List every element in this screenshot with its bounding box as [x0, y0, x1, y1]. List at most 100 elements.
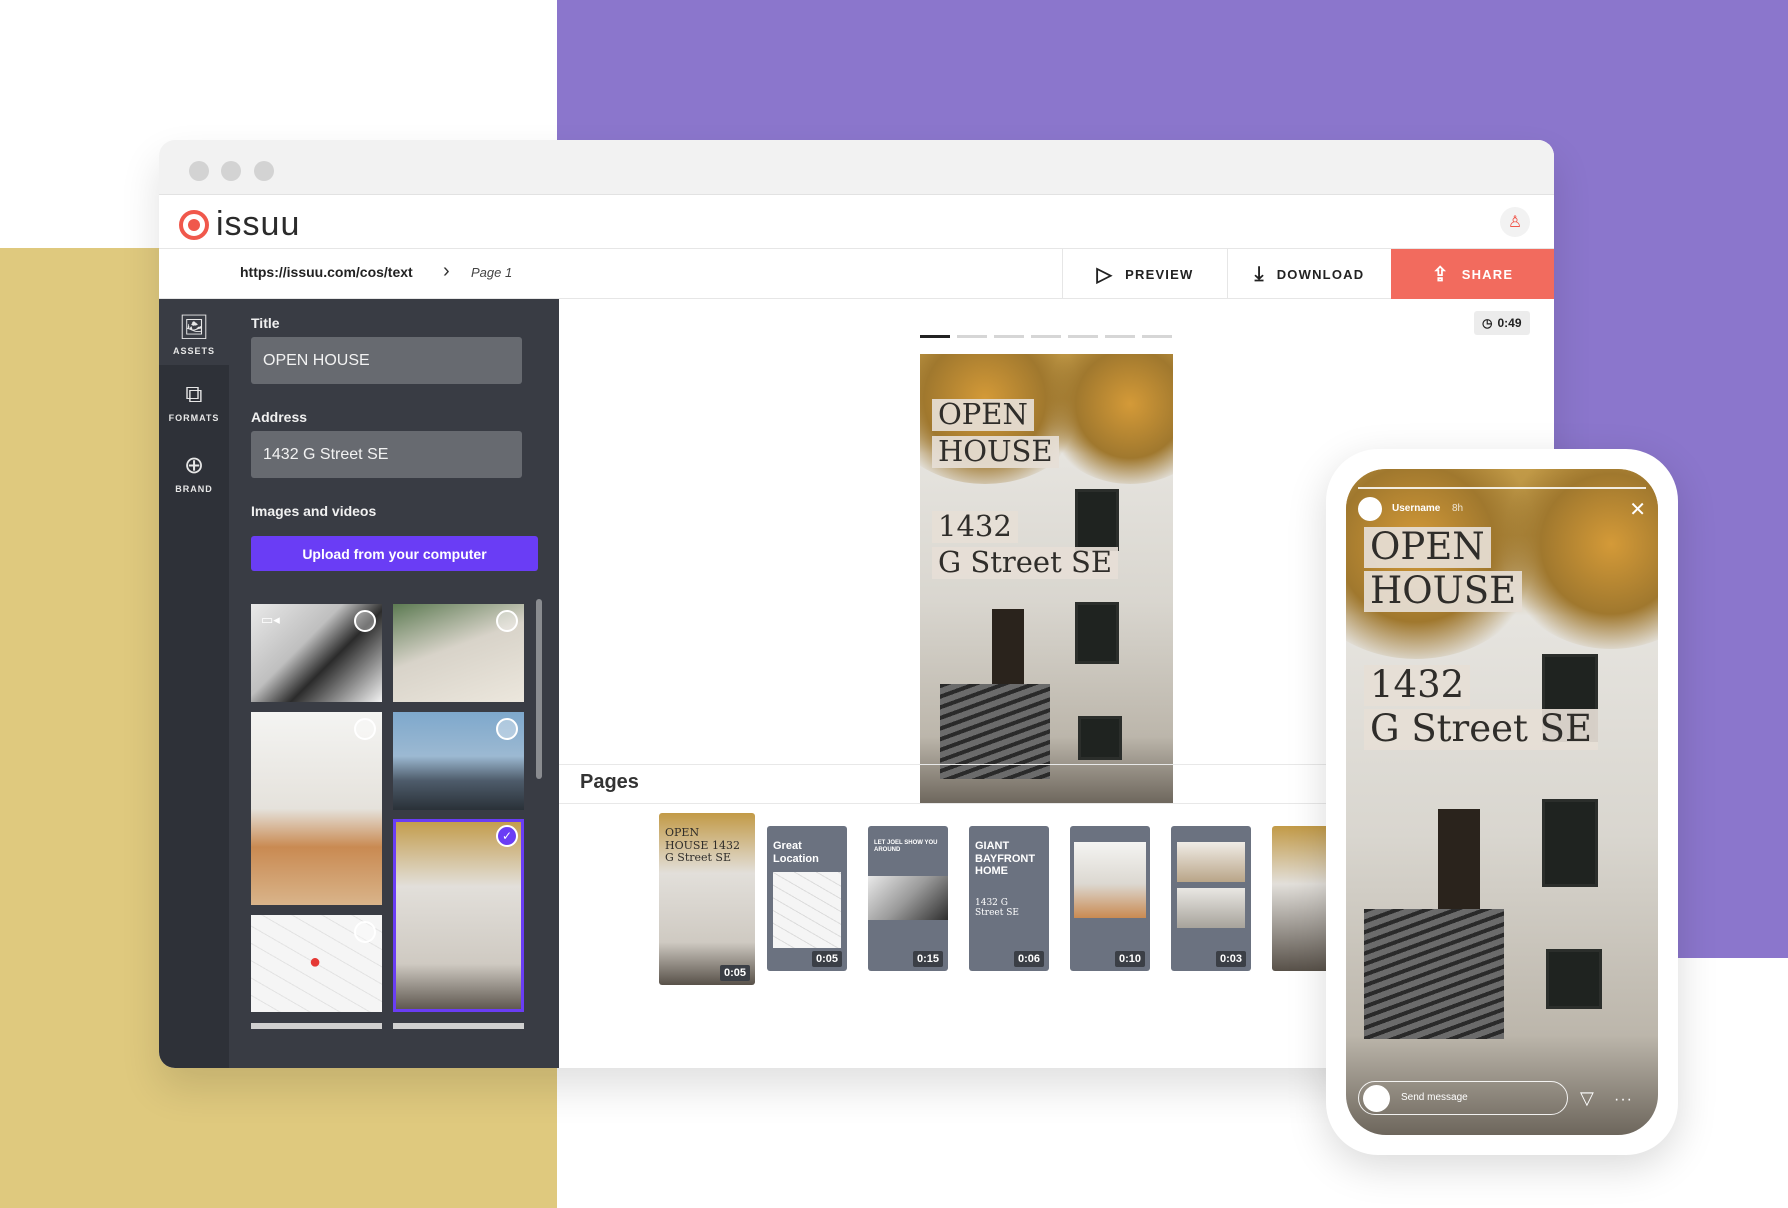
rail-item-brand[interactable]: ⊕ BRAND: [159, 451, 229, 511]
page-card-text: OPEN HOUSE 1432 G Street SE: [665, 826, 740, 865]
selected-check-icon[interactable]: ✓: [496, 825, 518, 847]
story-text-street[interactable]: G Street SE: [932, 546, 1118, 579]
map-pin-icon: ●: [309, 951, 322, 973]
globe-icon: ⊕: [183, 452, 205, 479]
preview-button[interactable]: ▷ PREVIEW: [1062, 249, 1227, 299]
select-check-icon[interactable]: [496, 610, 518, 632]
rail-item-assets[interactable]: 🖼 ASSETS: [159, 299, 229, 365]
image-icon: 🖼: [178, 314, 210, 341]
window-minimize-dot[interactable]: [221, 161, 241, 181]
select-check-icon[interactable]: [354, 718, 376, 740]
page-card-6[interactable]: 0:03: [1171, 826, 1251, 971]
select-check-icon[interactable]: [354, 610, 376, 632]
media-thumb-house-selected[interactable]: ✓: [393, 819, 524, 1012]
page-card-2[interactable]: Great Location 0:05: [767, 826, 847, 971]
page-card-photo: [1074, 842, 1146, 918]
progress-segment[interactable]: [1142, 335, 1172, 338]
more-icon[interactable]: ···: [1614, 1091, 1633, 1109]
rail-label-assets: ASSETS: [172, 346, 215, 356]
page-card-photo: [1177, 842, 1245, 882]
select-check-icon[interactable]: [354, 921, 376, 943]
send-message-placeholder: Send message: [1401, 1092, 1468, 1103]
user-icon: ♙: [1507, 214, 1523, 231]
progress-segment[interactable]: [957, 335, 987, 338]
progress-segment[interactable]: [1105, 335, 1135, 338]
story-time: 8h: [1452, 503, 1464, 514]
preview-label: PREVIEW: [1125, 266, 1194, 282]
page-card-text: LET JOEL SHOW YOU AROUND: [874, 840, 938, 853]
page-card-4[interactable]: GIANT BAYFRONT HOME 1432 G Street SE 0:0…: [969, 826, 1049, 971]
window-maximize-dot[interactable]: [254, 161, 274, 181]
app-header: issuu ♙: [159, 195, 1554, 249]
page-duration: 0:06: [1013, 951, 1044, 967]
page-card-text: Great Location: [773, 840, 819, 865]
title-input[interactable]: [251, 337, 522, 384]
rail-item-formats[interactable]: ⧉ FORMATS: [159, 381, 229, 441]
select-check-icon[interactable]: [496, 718, 518, 740]
download-label: DOWNLOAD: [1276, 266, 1365, 282]
progress-segment[interactable]: [994, 335, 1024, 338]
document-url[interactable]: https://issuu.com/cos/text: [240, 264, 413, 280]
story-header: Username 8h ✕: [1346, 469, 1658, 529]
page-duration: 0:03: [1215, 951, 1246, 967]
issuu-logo[interactable]: issuu: [179, 205, 300, 244]
story-text-house[interactable]: HOUSE: [932, 435, 1059, 468]
house-window: [1075, 489, 1119, 551]
house-window: [1546, 949, 1602, 1009]
issuu-logo-icon: [179, 209, 209, 240]
media-thumb-harbor[interactable]: [393, 712, 524, 810]
progress-segment[interactable]: [1068, 335, 1098, 338]
page-card-map: [773, 872, 841, 948]
page-card-5[interactable]: 0:10: [1070, 826, 1150, 971]
user-avatar[interactable]: ♙: [1500, 207, 1530, 237]
media-thumb-kitchen[interactable]: [251, 712, 382, 905]
download-button[interactable]: ⤓ DOWNLOAD: [1227, 249, 1391, 299]
logo-text: issuu: [216, 205, 301, 243]
media-thumb-partial[interactable]: [393, 1023, 524, 1029]
story-username[interactable]: Username: [1392, 503, 1440, 514]
download-icon: ⤓: [1254, 262, 1265, 285]
assets-panel: Title Address Images and videos Upload f…: [229, 299, 559, 1068]
share-button[interactable]: ⇪ SHARE: [1391, 249, 1554, 299]
send-message-field[interactable]: Send message: [1358, 1081, 1568, 1115]
page-card-photo: [1177, 888, 1245, 928]
pages-title: Pages: [580, 771, 639, 793]
window-close-dot[interactable]: [189, 161, 209, 181]
panel-scrollbar[interactable]: [536, 599, 542, 779]
toolbar: https://issuu.com/cos/text › Page 1 ▷ PR…: [159, 249, 1554, 299]
play-icon: ▷: [1096, 263, 1114, 286]
phone-mockup: OPEN HOUSE 1432 G Street SE Username 8h …: [1326, 449, 1678, 1155]
house-window: [1078, 716, 1122, 760]
progress-segment[interactable]: [920, 335, 950, 338]
media-thumb-partial[interactable]: [251, 1023, 382, 1029]
rail-label-brand: BRAND: [175, 484, 213, 494]
send-icon[interactable]: ▽: [1580, 1088, 1594, 1109]
story-avatar[interactable]: [1358, 497, 1382, 521]
media-thumb-video[interactable]: ▭◂: [251, 604, 382, 702]
upload-button[interactable]: Upload from your computer: [251, 536, 538, 571]
message-avatar: [1363, 1085, 1390, 1112]
story-text-open[interactable]: OPEN: [932, 398, 1034, 431]
house-window: [1075, 602, 1119, 664]
page-card-subtext: 1432 G Street SE: [975, 898, 1019, 919]
page-card-3[interactable]: LET JOEL SHOW YOU AROUND 0:15: [868, 826, 948, 971]
page-duration: 0:05: [719, 965, 750, 981]
media-thumb-map[interactable]: ●: [251, 915, 382, 1012]
progress-segment[interactable]: [1031, 335, 1061, 338]
media-label: Images and videos: [251, 503, 377, 519]
media-thumb-plant[interactable]: [393, 604, 524, 702]
phone-text-open: OPEN: [1364, 526, 1491, 568]
story-text-number[interactable]: 1432: [932, 510, 1018, 543]
rail-label-formats: FORMATS: [168, 413, 220, 423]
address-input[interactable]: [251, 431, 522, 478]
story-preview[interactable]: OPEN HOUSE 1432 G Street SE: [920, 354, 1173, 804]
window-titlebar: [159, 140, 1554, 195]
video-camera-icon: ▭◂: [261, 612, 280, 627]
breadcrumb-page[interactable]: Page 1: [471, 265, 512, 280]
close-icon[interactable]: ✕: [1629, 497, 1646, 522]
phone-text-street: G Street SE: [1364, 708, 1598, 750]
side-rail: 🖼 ASSETS ⧉ FORMATS ⊕ BRAND: [159, 299, 229, 1068]
page-card-1[interactable]: OPEN HOUSE 1432 G Street SE 0:05: [659, 813, 755, 985]
story-progress-bar: [1358, 487, 1646, 489]
phone-screen: OPEN HOUSE 1432 G Street SE Username 8h …: [1346, 469, 1658, 1135]
